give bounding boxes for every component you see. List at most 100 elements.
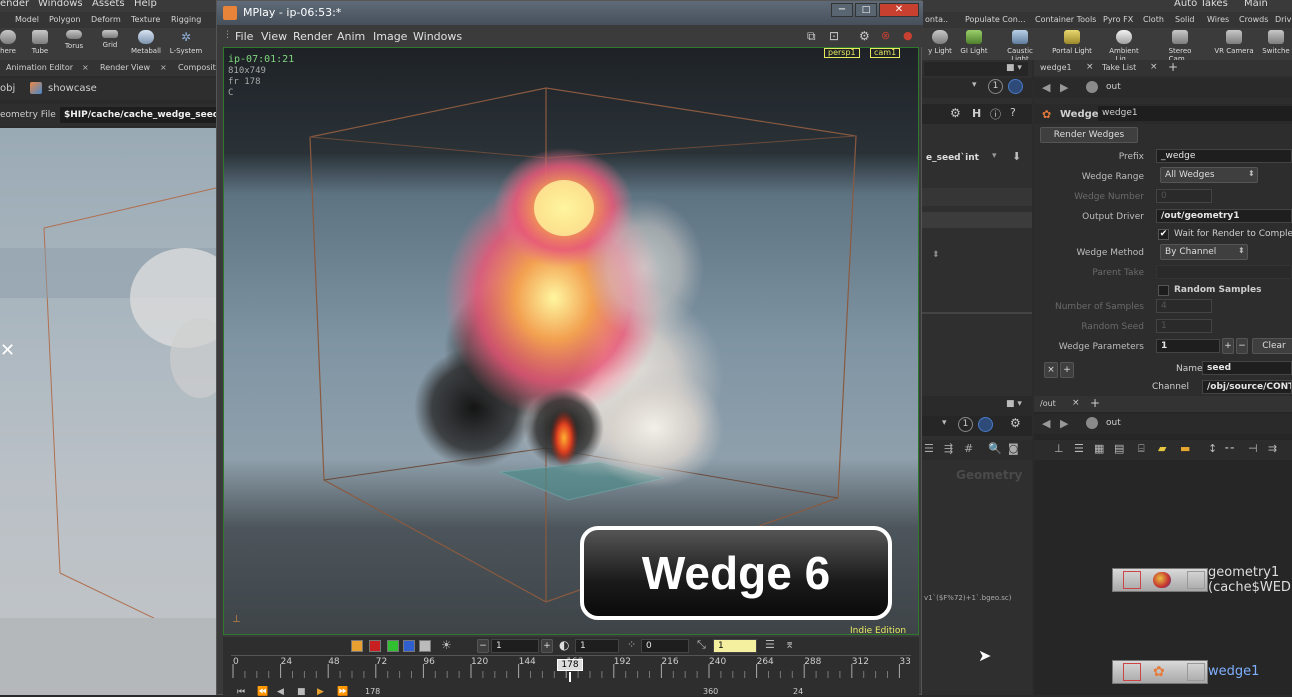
- chevron-down-icon[interactable]: ▾: [942, 418, 947, 428]
- frame-field[interactable]: 1: [713, 639, 757, 653]
- brightness-icon[interactable]: ☀: [441, 638, 452, 652]
- random-seed-field[interactable]: 1: [1156, 319, 1212, 333]
- shelf-tab-polygon[interactable]: Polygon: [46, 15, 83, 24]
- align-icon[interactable]: ⇶: [944, 442, 953, 455]
- network-path-out[interactable]: out: [1106, 418, 1121, 428]
- seed-expression[interactable]: e_seed`int: [926, 153, 979, 163]
- shelf-tab-populate[interactable]: Populate Con...: [962, 15, 1029, 24]
- play-icon[interactable]: ▶: [317, 687, 324, 697]
- add-entry-button[interactable]: +: [1060, 362, 1074, 378]
- shelf-tab-solid[interactable]: Solid: [1172, 15, 1198, 24]
- tile-icon[interactable]: ▦: [1094, 442, 1104, 455]
- persp-camera-tag[interactable]: persp1: [824, 48, 860, 58]
- param-path-out[interactable]: out: [1106, 82, 1121, 92]
- tool-stereo-cam[interactable]: Stereo Cam...: [1158, 30, 1202, 63]
- help-icon[interactable]: ?: [1010, 106, 1016, 119]
- node-render-flag[interactable]: [1187, 663, 1205, 681]
- tab-close-icon[interactable]: ×: [1072, 398, 1080, 408]
- playhead[interactable]: [569, 672, 571, 682]
- remove-entry-button[interactable]: ×: [1044, 362, 1058, 378]
- gamma-field[interactable]: 1: [575, 639, 619, 653]
- tool-lsystem[interactable]: ✲ L-System: [164, 30, 208, 55]
- render-icon[interactable]: ●: [903, 29, 913, 42]
- menu-assets[interactable]: Assets: [92, 0, 125, 9]
- tab-take-list[interactable]: Take List: [1102, 63, 1136, 72]
- wedge1-node[interactable]: ✿: [1112, 660, 1208, 684]
- snapshot-icon[interactable]: ⧉: [807, 29, 816, 44]
- mplay-viewport[interactable]: ip-07:01:21 810x749 fr 178 C persp1 cam1…: [223, 47, 919, 635]
- list-icon[interactable]: ☰: [924, 442, 934, 455]
- zoom-icon[interactable]: 🔍: [988, 442, 1002, 455]
- mplay-menu-view[interactable]: View: [261, 30, 287, 43]
- play-reverse-icon[interactable]: ◀: [277, 687, 284, 697]
- help-h-icon[interactable]: H: [972, 107, 981, 120]
- layout-icon[interactable]: ⇉: [1268, 442, 1277, 455]
- dash-icon[interactable]: ⁃⁃: [1224, 442, 1235, 455]
- folder-icon[interactable]: ▬: [1180, 442, 1190, 455]
- gear-icon[interactable]: ⚙: [950, 106, 961, 120]
- skip-start-icon[interactable]: ⏮: [237, 687, 245, 697]
- pane-menu-icon[interactable]: ■ ▾: [1006, 399, 1022, 409]
- channel-field[interactable]: /obj/source/CONT: [1202, 380, 1292, 394]
- list-icon[interactable]: ☰: [1074, 442, 1084, 455]
- tab-wedge1[interactable]: wedge1: [1040, 63, 1072, 72]
- mplay-menu-anim[interactable]: Anim: [337, 30, 365, 43]
- wedge-range-select[interactable]: All Wedges: [1160, 167, 1258, 183]
- render-settings-icon[interactable]: ⚙: [859, 29, 870, 43]
- menu-render[interactable]: ender: [0, 0, 29, 9]
- tool-portal-light[interactable]: Portal Light: [1050, 30, 1094, 55]
- random-samples-checkbox[interactable]: [1158, 285, 1169, 296]
- prefix-field[interactable]: _wedge: [1156, 149, 1292, 163]
- offset-field[interactable]: 0: [641, 639, 689, 653]
- auto-takes-label[interactable]: Auto Takes: [1174, 0, 1228, 9]
- mplay-titlebar[interactable]: MPlay - ip-06:53:* − □ ✕: [217, 1, 923, 25]
- shelf-tab-model[interactable]: Model: [12, 15, 42, 24]
- step-plus-button[interactable]: +: [541, 639, 553, 653]
- shelf-tab-deform[interactable]: Deform: [88, 15, 124, 24]
- add-tab-icon[interactable]: +: [1168, 60, 1178, 74]
- note-icon[interactable]: ▰: [1158, 442, 1166, 455]
- gamma-icon[interactable]: ◐: [559, 638, 569, 652]
- close-button[interactable]: ✕: [879, 3, 919, 17]
- mplay-menu-file[interactable]: File: [235, 30, 253, 43]
- main-desktop-label[interactable]: Main: [1244, 0, 1268, 9]
- info-icon[interactable]: ⓘ: [990, 106, 1001, 122]
- node-name-field[interactable]: wedge1: [1098, 106, 1292, 121]
- tool-metaball[interactable]: Metaball: [124, 30, 168, 55]
- shelf-tab-texture[interactable]: Texture: [128, 15, 163, 24]
- minimize-button[interactable]: −: [831, 3, 853, 17]
- chevron-down-icon[interactable]: ▾: [972, 80, 977, 90]
- shelf-tab-pyro[interactable]: Pyro FX: [1100, 15, 1136, 24]
- add-tab-icon[interactable]: +: [1090, 396, 1100, 410]
- shelf-tab-wires[interactable]: Wires: [1204, 15, 1232, 24]
- tool-vr-camera[interactable]: VR Camera: [1212, 30, 1256, 55]
- tab-close-icon[interactable]: ×: [1086, 62, 1094, 72]
- maximize-button[interactable]: □: [855, 3, 877, 17]
- display-all-button[interactable]: [351, 640, 363, 652]
- tab-compositor[interactable]: Composit: [178, 63, 216, 72]
- offset-icon[interactable]: ⁘: [627, 638, 636, 651]
- gear-icon[interactable]: ⚙: [1010, 416, 1021, 430]
- back-arrow-icon[interactable]: ◀: [1042, 417, 1050, 430]
- tree-icon[interactable]: ⊥: [1054, 442, 1064, 455]
- mplay-menu-windows[interactable]: Windows: [413, 30, 462, 43]
- red-channel-button[interactable]: [369, 640, 381, 652]
- shelf-tab-crowds[interactable]: Crowds: [1236, 15, 1271, 24]
- tab-close-icon[interactable]: ×: [1150, 62, 1158, 72]
- cam1-camera-tag[interactable]: cam1: [870, 48, 901, 58]
- step-forward-icon[interactable]: ⏩: [337, 687, 348, 697]
- wedge-method-select[interactable]: By Channel: [1160, 244, 1248, 260]
- link-icon[interactable]: [1008, 79, 1023, 94]
- tab-out[interactable]: /out: [1040, 399, 1056, 408]
- add-param-button[interactable]: +: [1222, 338, 1234, 354]
- shelf-tab-driv[interactable]: Driv: [1272, 15, 1292, 24]
- camera-icon[interactable]: ◙: [1008, 442, 1019, 455]
- shelf-tab-rigging[interactable]: Rigging: [168, 15, 204, 24]
- step-back-icon[interactable]: ⏪: [257, 687, 268, 697]
- tool-switcher[interactable]: Switche: [1254, 30, 1292, 55]
- node-bypass-flag[interactable]: [1123, 663, 1141, 681]
- path-obj[interactable]: obj: [0, 83, 15, 94]
- blue-channel-button[interactable]: [403, 640, 415, 652]
- chevron-down-icon[interactable]: ▾: [992, 151, 997, 161]
- tab-animation-editor[interactable]: Animation Editor: [6, 63, 73, 72]
